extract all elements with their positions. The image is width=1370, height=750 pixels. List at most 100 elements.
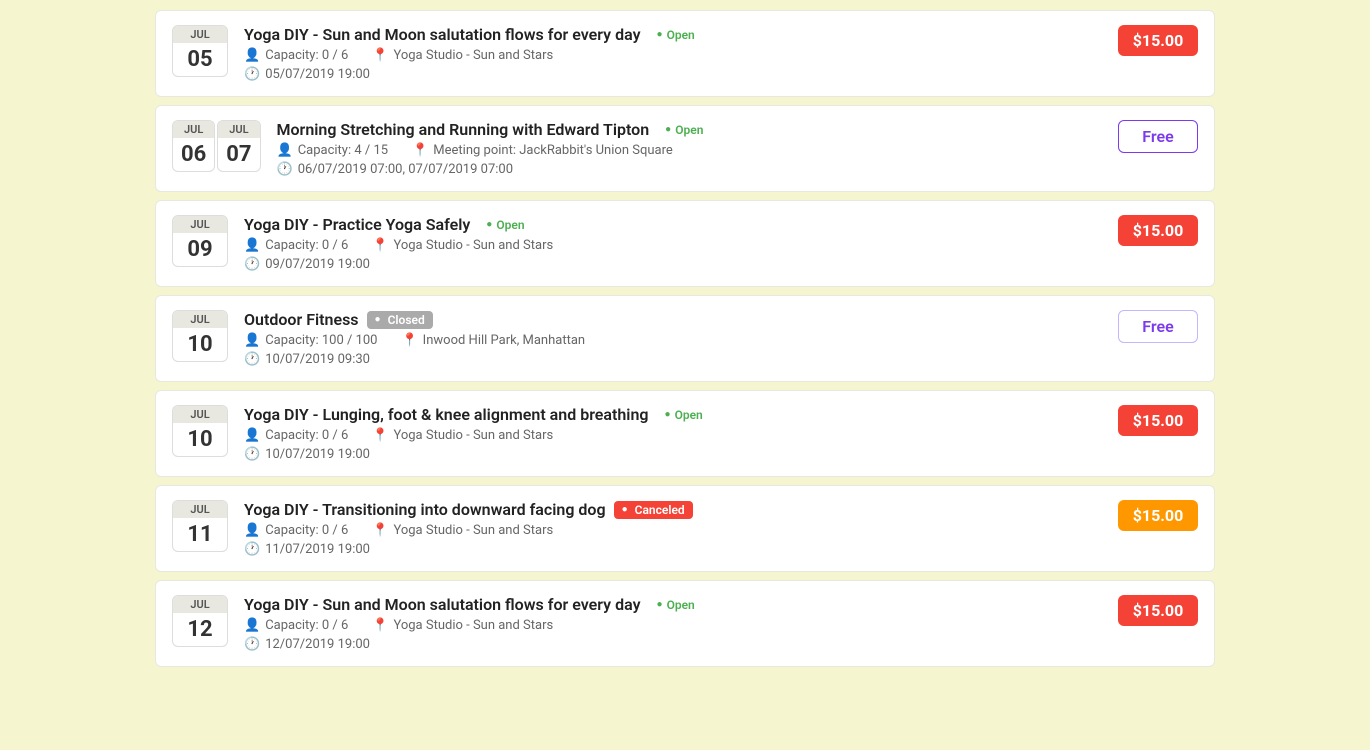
date-month: JUL <box>173 596 227 613</box>
clock-icon: 🕐 <box>244 637 260 652</box>
event-card[interactable]: JUL 12 Yoga DIY - Sun and Moon salutatio… <box>155 580 1215 667</box>
event-meta: 👤 Capacity: 0 / 6 📍 Yoga Studio - Sun an… <box>244 238 1102 253</box>
capacity-value: Capacity: 0 / 6 <box>265 618 348 633</box>
capacity-item: 👤 Capacity: 0 / 6 <box>244 523 348 538</box>
event-title: Morning Stretching and Running with Edwa… <box>277 120 650 139</box>
date-month: JUL <box>173 26 227 43</box>
date-badge: JUL 11 <box>172 500 228 552</box>
event-card[interactable]: JUL 10 Outdoor Fitness Closed 👤 Capacity… <box>155 295 1215 382</box>
event-title-row: Yoga DIY - Sun and Moon salutation flows… <box>244 25 1102 44</box>
date-month: JUL <box>173 121 214 138</box>
location-icon: 📍 <box>412 143 428 158</box>
event-meta: 👤 Capacity: 0 / 6 📍 Yoga Studio - Sun an… <box>244 428 1102 443</box>
event-meta: 👤 Capacity: 4 / 15 📍 Meeting point: Jack… <box>277 143 1103 158</box>
event-info: Yoga DIY - Lunging, foot & knee alignmen… <box>244 405 1102 462</box>
person-icon: 👤 <box>244 428 260 443</box>
date-month: JUL <box>173 311 227 328</box>
date-day: 05 <box>173 43 227 76</box>
capacity-value: Capacity: 0 / 6 <box>265 428 348 443</box>
date-month: JUL <box>173 216 227 233</box>
price-badge[interactable]: $15.00 <box>1118 595 1198 626</box>
event-info: Yoga DIY - Practice Yoga Safely Open 👤 C… <box>244 215 1102 272</box>
clock-icon: 🕐 <box>244 352 260 367</box>
event-datetime: 🕐 10/07/2019 19:00 <box>244 447 1102 462</box>
price-badge[interactable]: Free <box>1118 120 1198 153</box>
price-badge[interactable]: $15.00 <box>1118 405 1198 436</box>
capacity-item: 👤 Capacity: 0 / 6 <box>244 428 348 443</box>
event-meta: 👤 Capacity: 100 / 100 📍 Inwood Hill Park… <box>244 333 1102 348</box>
location-item: 📍 Yoga Studio - Sun and Stars <box>372 618 553 633</box>
event-meta: 👤 Capacity: 0 / 6 📍 Yoga Studio - Sun an… <box>244 523 1102 538</box>
event-card[interactable]: JUL 06 JUL 07 Morning Stretching and Run… <box>155 105 1215 192</box>
price-badge[interactable]: $15.00 <box>1118 25 1198 56</box>
date-badge: JUL 12 <box>172 595 228 647</box>
event-title: Yoga DIY - Transitioning into downward f… <box>244 500 606 519</box>
person-icon: 👤 <box>244 523 260 538</box>
location-value: Yoga Studio - Sun and Stars <box>393 428 553 443</box>
location-item: 📍 Yoga Studio - Sun and Stars <box>372 48 553 63</box>
date-month: JUL <box>173 501 227 518</box>
location-value: Inwood Hill Park, Manhattan <box>423 333 585 348</box>
capacity-value: Capacity: 4 / 15 <box>298 143 388 158</box>
event-card[interactable]: JUL 09 Yoga DIY - Practice Yoga Safely O… <box>155 200 1215 287</box>
event-title-row: Morning Stretching and Running with Edwa… <box>277 120 1103 139</box>
event-title-row: Yoga DIY - Transitioning into downward f… <box>244 500 1102 519</box>
price-badge[interactable]: $15.00 <box>1118 500 1198 531</box>
date-month: JUL <box>173 406 227 423</box>
date-day: 10 <box>173 328 227 361</box>
event-datetime: 🕐 09/07/2019 19:00 <box>244 257 1102 272</box>
status-badge: Open <box>657 406 711 424</box>
date-badge: JUL 10 <box>172 405 228 457</box>
clock-icon: 🕐 <box>244 67 260 82</box>
date-badge: JUL 05 <box>172 25 228 77</box>
location-icon: 📍 <box>372 238 388 253</box>
person-icon: 👤 <box>244 238 260 253</box>
person-icon: 👤 <box>244 333 260 348</box>
event-title: Yoga DIY - Sun and Moon salutation flows… <box>244 25 641 44</box>
clock-icon: 🕐 <box>244 257 260 272</box>
event-title-row: Yoga DIY - Sun and Moon salutation flows… <box>244 595 1102 614</box>
location-value: Yoga Studio - Sun and Stars <box>393 618 553 633</box>
date-day: 07 <box>218 138 259 171</box>
price-badge[interactable]: Free <box>1118 310 1198 343</box>
capacity-item: 👤 Capacity: 0 / 6 <box>244 618 348 633</box>
location-icon: 📍 <box>372 428 388 443</box>
capacity-value: Capacity: 0 / 6 <box>265 523 348 538</box>
clock-icon: 🕐 <box>277 162 293 177</box>
price-badge[interactable]: $15.00 <box>1118 215 1198 246</box>
date-day: 11 <box>173 518 227 551</box>
location-value: Yoga Studio - Sun and Stars <box>393 238 553 253</box>
capacity-value: Capacity: 100 / 100 <box>265 333 377 348</box>
date-dual-badge: JUL 06 JUL 07 <box>172 120 261 172</box>
date-day: 09 <box>173 233 227 266</box>
event-info: Outdoor Fitness Closed 👤 Capacity: 100 /… <box>244 310 1102 367</box>
status-badge: Open <box>478 216 532 234</box>
person-icon: 👤 <box>277 143 293 158</box>
clock-icon: 🕐 <box>244 542 260 557</box>
datetime-value: 05/07/2019 19:00 <box>265 67 370 82</box>
location-icon: 📍 <box>401 333 417 348</box>
event-info: Yoga DIY - Transitioning into downward f… <box>244 500 1102 557</box>
location-icon: 📍 <box>372 48 388 63</box>
capacity-item: 👤 Capacity: 0 / 6 <box>244 48 348 63</box>
location-item: 📍 Meeting point: JackRabbit's Union Squa… <box>412 143 673 158</box>
datetime-value: 09/07/2019 19:00 <box>265 257 370 272</box>
datetime-value: 12/07/2019 19:00 <box>265 637 370 652</box>
capacity-item: 👤 Capacity: 4 / 15 <box>277 143 389 158</box>
location-item: 📍 Yoga Studio - Sun and Stars <box>372 428 553 443</box>
event-card[interactable]: JUL 05 Yoga DIY - Sun and Moon salutatio… <box>155 10 1215 97</box>
location-item: 📍 Yoga Studio - Sun and Stars <box>372 238 553 253</box>
location-item: 📍 Inwood Hill Park, Manhattan <box>401 333 585 348</box>
location-icon: 📍 <box>372 618 388 633</box>
event-card[interactable]: JUL 11 Yoga DIY - Transitioning into dow… <box>155 485 1215 572</box>
event-meta: 👤 Capacity: 0 / 6 📍 Yoga Studio - Sun an… <box>244 48 1102 63</box>
status-badge: Open <box>657 121 711 139</box>
event-info: Morning Stretching and Running with Edwa… <box>277 120 1103 177</box>
date-badge: JUL 09 <box>172 215 228 267</box>
events-list: JUL 05 Yoga DIY - Sun and Moon salutatio… <box>135 0 1235 685</box>
date-day: 06 <box>173 138 214 171</box>
event-datetime: 🕐 11/07/2019 19:00 <box>244 542 1102 557</box>
person-icon: 👤 <box>244 618 260 633</box>
event-card[interactable]: JUL 10 Yoga DIY - Lunging, foot & knee a… <box>155 390 1215 477</box>
event-title-row: Yoga DIY - Practice Yoga Safely Open <box>244 215 1102 234</box>
